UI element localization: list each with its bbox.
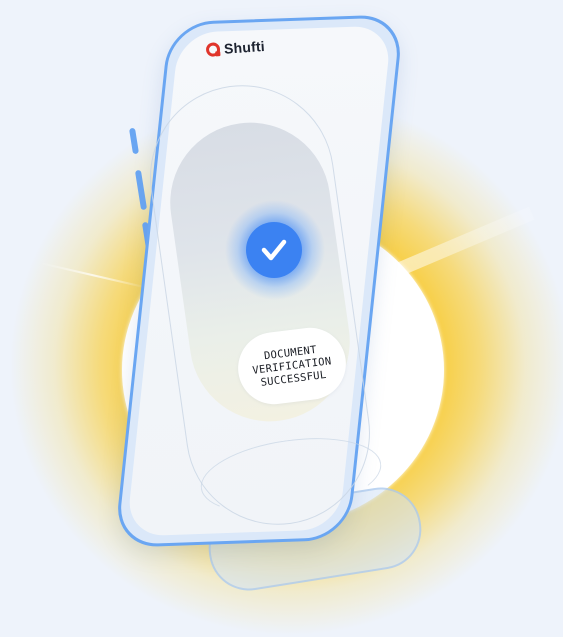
check-icon [261, 239, 287, 261]
brand-name: Shufti [223, 37, 266, 57]
success-check-badge [246, 222, 302, 278]
phone-side-button [134, 169, 148, 211]
phone-side-button [129, 127, 139, 155]
hero-illustration: Shufti DOCUMENT VERIFICATION SUCCESSFUL [0, 0, 563, 637]
shufti-logo-icon [205, 42, 221, 58]
